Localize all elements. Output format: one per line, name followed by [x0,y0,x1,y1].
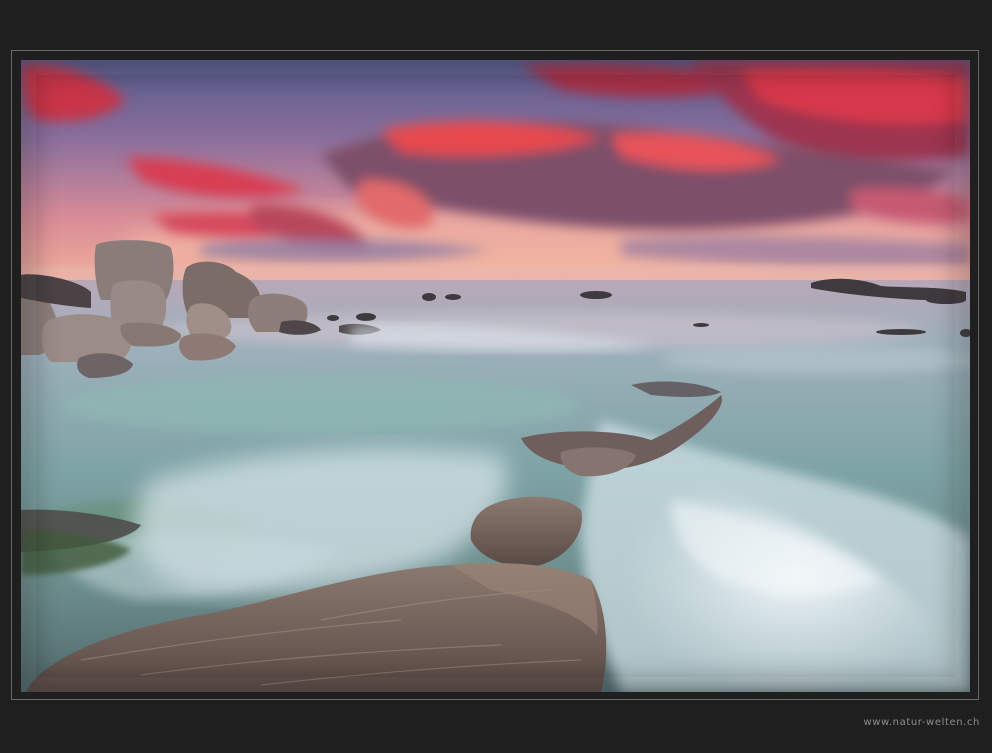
seascape-photo [21,60,970,692]
watermark-text: www.natur-welten.ch [863,717,980,728]
seascape-illustration [21,60,970,692]
